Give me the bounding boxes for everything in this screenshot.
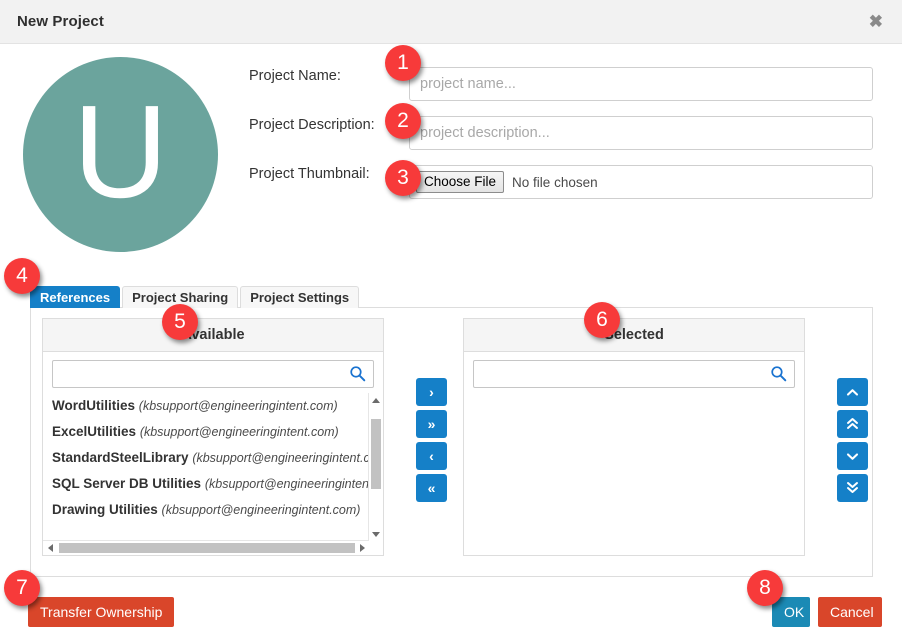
selected-list-area	[464, 393, 804, 555]
move-left-button[interactable]: ‹	[416, 442, 447, 470]
horizontal-scroll-thumb[interactable]	[59, 543, 355, 553]
available-pane: Available WordUtilities (kbsupport@engin…	[42, 318, 384, 556]
file-chosen-status: No file chosen	[512, 174, 598, 190]
list-item-name: ExcelUtilities	[52, 424, 137, 439]
scrollbar-corner	[369, 541, 383, 555]
callout-badge-8: 8	[747, 570, 783, 606]
list-item-name: StandardSteelLibrary	[52, 450, 189, 465]
move-up-button[interactable]	[837, 378, 868, 406]
cancel-button[interactable]: Cancel	[818, 597, 882, 627]
reorder-button-group	[837, 378, 868, 506]
callout-badge-6: 6	[584, 302, 620, 338]
tab-references[interactable]: References	[30, 286, 121, 308]
list-item-name: Drawing Utilities	[52, 502, 158, 517]
move-all-right-button[interactable]: »	[416, 410, 447, 438]
project-description-label: Project Description:	[249, 117, 375, 133]
selected-search-wrap	[473, 360, 795, 388]
chevron-double-up-icon	[847, 417, 858, 429]
available-search-input[interactable]	[52, 360, 374, 388]
available-search-wrap	[52, 360, 374, 388]
available-list-horizontal-scrollbar[interactable]	[43, 540, 369, 555]
page-title: New Project	[17, 13, 104, 30]
list-item[interactable]: Drawing Utilities (kbsupport@engineering…	[43, 497, 369, 523]
project-name-label: Project Name:	[249, 68, 341, 84]
scroll-left-icon[interactable]	[43, 541, 57, 555]
project-description-input[interactable]	[409, 116, 873, 150]
choose-file-button[interactable]: Choose File	[416, 170, 505, 194]
move-all-left-button[interactable]: «	[416, 474, 447, 502]
project-thumbnail-label: Project Thumbnail:	[249, 166, 370, 182]
scroll-down-icon[interactable]	[369, 527, 383, 541]
selected-pane-header: Selected	[464, 319, 804, 352]
list-item-email: (kbsupport@engineeringintent.com)	[204, 477, 369, 491]
list-item-name: SQL Server DB Utilities	[52, 476, 202, 491]
close-icon[interactable]: ✖	[865, 11, 887, 32]
project-thumbnail-file-field[interactable]: Choose File No file chosen	[409, 165, 873, 199]
move-down-button[interactable]	[837, 442, 868, 470]
list-item-name: WordUtilities	[52, 398, 136, 413]
available-list-vertical-scrollbar[interactable]	[368, 393, 383, 541]
selected-search-input[interactable]	[473, 360, 795, 388]
tab-project-settings[interactable]: Project Settings	[240, 286, 360, 308]
chevron-down-icon	[846, 453, 859, 460]
list-item[interactable]: ExcelUtilities (kbsupport@engineeringint…	[43, 419, 369, 445]
transfer-ownership-button[interactable]: Transfer Ownership	[28, 597, 175, 627]
selected-pane: Selected	[463, 318, 805, 556]
references-tab-panel: Available WordUtilities (kbsupport@engin…	[30, 307, 873, 577]
available-list-area: WordUtilities (kbsupport@engineeringinte…	[43, 393, 383, 555]
tab-bar: References Project Sharing Project Setti…	[30, 286, 361, 308]
new-project-dialog: New Project ✖ U Project Name: Project De…	[0, 0, 902, 638]
scroll-up-icon[interactable]	[369, 393, 383, 407]
list-item[interactable]: SQL Server DB Utilities (kbsupport@engin…	[43, 471, 369, 497]
available-pane-header: Available	[43, 319, 383, 352]
avatar: U	[23, 57, 218, 252]
move-right-button[interactable]: ›	[416, 378, 447, 406]
dialog-header: New Project ✖	[0, 0, 902, 44]
ok-button[interactable]: OK	[772, 597, 810, 627]
list-item[interactable]: WordUtilities (kbsupport@engineeringinte…	[43, 393, 369, 419]
selected-list[interactable]	[464, 393, 804, 555]
callout-badge-2: 2	[385, 103, 421, 139]
callout-badge-1: 1	[385, 45, 421, 81]
callout-badge-3: 3	[385, 160, 421, 196]
list-item-email: (kbsupport@engineeringintent.com)	[138, 399, 338, 413]
callout-badge-7: 7	[4, 570, 40, 606]
list-item-email: (kbsupport@engineeringintent.com)	[161, 503, 361, 517]
scroll-right-icon[interactable]	[355, 541, 369, 555]
move-bottom-button[interactable]	[837, 474, 868, 502]
available-list[interactable]: WordUtilities (kbsupport@engineeringinte…	[43, 393, 369, 541]
list-item[interactable]: StandardSteelLibrary (kbsupport@engineer…	[43, 445, 369, 471]
list-item-email: (kbsupport@engineeringintent.com)	[192, 451, 369, 465]
move-top-button[interactable]	[837, 410, 868, 438]
list-item-email: (kbsupport@engineeringintent.com)	[139, 425, 339, 439]
project-name-input[interactable]	[409, 67, 873, 101]
move-button-group: › » ‹ «	[416, 378, 447, 506]
chevron-double-down-icon	[847, 481, 858, 493]
callout-badge-5: 5	[162, 304, 198, 340]
avatar-letter: U	[72, 77, 169, 225]
chevron-up-icon	[846, 389, 859, 396]
callout-badge-4: 4	[4, 258, 40, 294]
vertical-scroll-thumb[interactable]	[371, 419, 381, 489]
